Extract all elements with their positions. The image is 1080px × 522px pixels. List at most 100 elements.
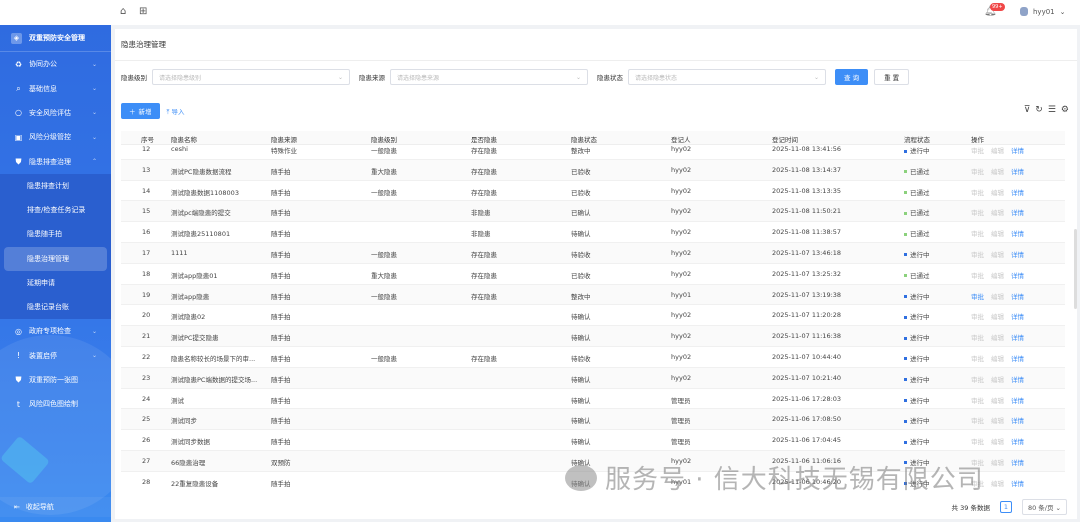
edit-button[interactable]: 编辑 <box>991 436 1004 446</box>
edit-button[interactable]: 编辑 <box>991 270 1004 280</box>
detail-button[interactable]: 详情 <box>1011 415 1024 425</box>
cell-no: 19 <box>142 290 151 299</box>
detail-button[interactable]: 详情 <box>1011 187 1024 197</box>
approve-button[interactable]: 审批 <box>971 478 984 488</box>
submenu-item[interactable]: 隐患记录台账 <box>0 295 111 319</box>
add-button[interactable]: ＋新增 <box>121 103 160 119</box>
approve-button[interactable]: 审批 <box>971 228 984 238</box>
placeholder: 请选择隐患来源 <box>397 74 440 82</box>
column-header: 操作 <box>971 136 984 144</box>
submenu-item[interactable]: 排查/检查任务记录 <box>0 198 111 222</box>
grid-icon[interactable]: ⊞ <box>139 6 147 17</box>
approve-button[interactable]: 审批 <box>971 436 984 446</box>
cell-user: 管理员 <box>671 396 691 405</box>
detail-button[interactable]: 详情 <box>1011 228 1024 238</box>
edit-button[interactable]: 编辑 <box>991 374 1004 384</box>
scrollbar[interactable] <box>1074 229 1077 309</box>
refresh-icon[interactable]: ↻ <box>1035 105 1043 115</box>
approve-button[interactable]: 审批 <box>971 457 984 467</box>
flow-status: 已通过 <box>904 166 930 176</box>
detail-button[interactable]: 详情 <box>1011 207 1024 217</box>
import-button[interactable]: ⤒ 导入 <box>167 106 185 117</box>
level-select[interactable]: 请选择隐患级别 ⌄ <box>152 69 350 85</box>
sidebar-item[interactable]: ▣ 风险分级管控 ⌄ <box>0 125 111 149</box>
approve-button[interactable]: 审批 <box>971 353 984 363</box>
detail-button[interactable]: 详情 <box>1011 166 1024 176</box>
approve-button[interactable]: 审批 <box>971 270 984 280</box>
edit-button[interactable]: 编辑 <box>991 291 1004 301</box>
collapse-nav-button[interactable]: ⇤ 收起导航 <box>0 497 111 517</box>
table-row: 20 测试隐患02 随手拍 待确认 hyy02 2025-11-07 11:20:28 进行… <box>121 305 1065 327</box>
page-size-select[interactable]: 80 条/页 ⌄ <box>1021 499 1067 515</box>
detail-button[interactable]: 详情 <box>1011 145 1024 155</box>
column-header: 隐患名称 <box>171 136 197 144</box>
approve-button[interactable]: 审批 <box>971 332 984 342</box>
reset-button[interactable]: 重 置 <box>874 69 910 85</box>
settings-icon[interactable]: ⚙ <box>1061 105 1069 115</box>
edit-button[interactable]: 编辑 <box>991 332 1004 342</box>
edit-button[interactable]: 编辑 <box>991 353 1004 363</box>
approve-button[interactable]: 审批 <box>971 415 984 425</box>
table-row: 18 测试app隐患01 随手拍 重大隐患 存在隐患 已验收 hyy02 2025-11-07… <box>121 263 1065 285</box>
sidebar-item[interactable]: ○ 安全风险评估 ⌄ <box>0 101 111 125</box>
table-body[interactable]: 12 ceshi 特殊作业 一般隐患 存在隐患 整改中 hyy02 2025-11-08 13… <box>121 145 1065 491</box>
detail-button[interactable]: 详情 <box>1011 353 1024 363</box>
approve-button[interactable]: 审批 <box>971 207 984 217</box>
approve-button[interactable]: 审批 <box>971 374 984 384</box>
approve-button[interactable]: 审批 <box>971 145 984 155</box>
flow-status: 已通过 <box>904 207 930 217</box>
home-icon[interactable]: ⌂ <box>120 6 126 17</box>
cell-name: 测试app隐患01 <box>171 271 218 280</box>
sidebar-item[interactable]: ◎ 政府专项检查 ⌄ <box>0 319 111 343</box>
edit-button[interactable]: 编辑 <box>991 187 1004 197</box>
filter-icon[interactable]: ⊽ <box>1024 105 1031 115</box>
cell-name: ceshi <box>171 145 188 153</box>
user-menu[interactable]: hyy01 ⌄ <box>1020 7 1066 16</box>
columns-icon[interactable]: ☰ <box>1048 105 1056 115</box>
approve-button[interactable]: 审批 <box>971 291 984 301</box>
detail-button[interactable]: 详情 <box>1011 311 1024 321</box>
approve-button[interactable]: 审批 <box>971 249 984 259</box>
approve-button[interactable]: 审批 <box>971 395 984 405</box>
detail-button[interactable]: 详情 <box>1011 395 1024 405</box>
edit-button[interactable]: 编辑 <box>991 145 1004 155</box>
submenu-item[interactable]: 隐患排查计划 <box>0 174 111 198</box>
sidebar-item[interactable]: ♻ 协同办公 ⌄ <box>0 52 111 76</box>
edit-button[interactable]: 编辑 <box>991 478 1004 488</box>
sidebar-item[interactable]: t 风险四色图绘制 <box>0 392 111 416</box>
sidebar-item[interactable]: ! 装置启停 ⌄ <box>0 343 111 367</box>
edit-button[interactable]: 编辑 <box>991 415 1004 425</box>
cell-status: 待确认 <box>571 438 591 447</box>
detail-button[interactable]: 详情 <box>1011 374 1024 384</box>
approve-button[interactable]: 审批 <box>971 166 984 176</box>
query-button[interactable]: 查 询 <box>835 69 869 85</box>
detail-button[interactable]: 详情 <box>1011 457 1024 467</box>
table-row: 24 测试 随手拍 待确认 管理员 2025-11-06 17:28:03 进行中 审批 编辑详… <box>121 388 1065 410</box>
edit-button[interactable]: 编辑 <box>991 311 1004 321</box>
submenu-item[interactable]: 隐患治理管理 <box>4 246 107 271</box>
detail-button[interactable]: 详情 <box>1011 332 1024 342</box>
edit-button[interactable]: 编辑 <box>991 395 1004 405</box>
edit-button[interactable]: 编辑 <box>991 166 1004 176</box>
detail-button[interactable]: 详情 <box>1011 291 1024 301</box>
edit-button[interactable]: 编辑 <box>991 457 1004 467</box>
edit-button[interactable]: 编辑 <box>991 228 1004 238</box>
status-select[interactable]: 请选择隐患状态 ⌄ <box>628 69 826 85</box>
cell-status: 待确认 <box>571 334 591 343</box>
detail-button[interactable]: 详情 <box>1011 436 1024 446</box>
approve-button[interactable]: 审批 <box>971 187 984 197</box>
source-select[interactable]: 请选择隐患来源 ⌄ <box>390 69 588 85</box>
edit-button[interactable]: 编辑 <box>991 249 1004 259</box>
page-1-button[interactable]: 1 <box>999 501 1012 513</box>
sidebar-item[interactable]: ⛊ 双重预防一张图 <box>0 368 111 392</box>
detail-button[interactable]: 详情 <box>1011 249 1024 259</box>
sidebar-item[interactable]: ⛊ 隐患排查治理 ⌃ <box>0 150 111 174</box>
approve-button[interactable]: 审批 <box>971 311 984 321</box>
sidebar-item[interactable]: ⌕ 基础信息 ⌄ <box>0 76 111 100</box>
submenu-item[interactable]: 延期申请 <box>0 271 111 295</box>
detail-button[interactable]: 详情 <box>1011 478 1024 488</box>
edit-button[interactable]: 编辑 <box>991 207 1004 217</box>
detail-button[interactable]: 详情 <box>1011 270 1024 280</box>
submenu-item[interactable]: 隐患随手拍 <box>0 222 111 246</box>
table-header: 序号 隐患名称 隐患来源 隐患级别 是否隐患 隐患状态 登记人 登记时间 流程状态 操作 <box>121 131 1065 145</box>
